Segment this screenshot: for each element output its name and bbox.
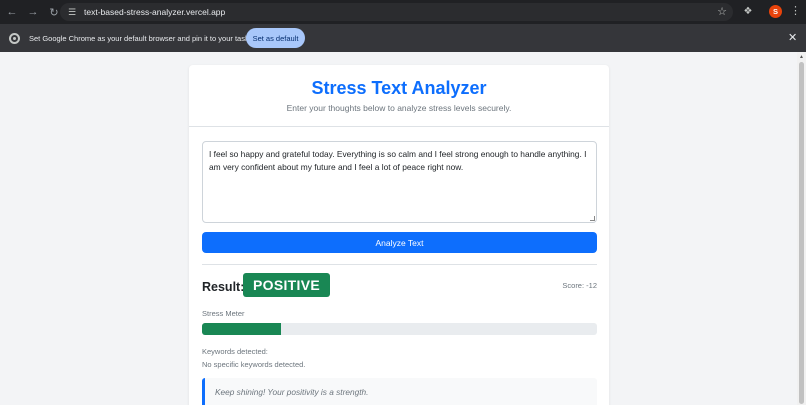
stress-meter bbox=[202, 323, 597, 335]
keywords-value: No specific keywords detected. bbox=[202, 360, 306, 369]
close-icon[interactable]: ✕ bbox=[788, 31, 797, 44]
analyzer-card: Stress Text Analyzer Enter your thoughts… bbox=[189, 65, 609, 405]
arrow-right-icon[interactable]: → bbox=[24, 3, 42, 21]
feedback-message: Keep shining! Your positivity is a stren… bbox=[202, 378, 597, 405]
page-title: Stress Text Analyzer bbox=[311, 78, 487, 98]
feedback-text: Keep shining! Your positivity is a stren… bbox=[215, 387, 369, 397]
url-text[interactable]: text-based-stress-analyzer.vercel.app bbox=[84, 7, 225, 17]
scroll-thumb[interactable] bbox=[799, 62, 804, 404]
resize-handle-icon[interactable] bbox=[590, 216, 595, 221]
result-badge: POSITIVE bbox=[243, 273, 330, 297]
chrome-icon bbox=[9, 32, 20, 44]
stress-meter-fill bbox=[202, 323, 281, 335]
page-subtitle: Enter your thoughts below to analyze str… bbox=[286, 103, 512, 113]
infobar-text: Set Google Chrome as your default browse… bbox=[29, 33, 260, 43]
avatar[interactable]: S bbox=[769, 5, 782, 18]
tune-icon[interactable]: ☰ bbox=[66, 6, 78, 18]
default-browser-infobar: Set Google Chrome as your default browse… bbox=[0, 24, 806, 52]
page-scrollbar[interactable]: ▲ bbox=[797, 52, 806, 405]
keywords-label: Keywords detected: bbox=[202, 347, 268, 356]
scroll-up-icon[interactable]: ▲ bbox=[799, 54, 804, 60]
stress-meter-label: Stress Meter bbox=[202, 309, 245, 318]
puzzle-icon[interactable]: ❖ bbox=[742, 5, 754, 17]
browser-toolbar: ← → ↻ ☰ text-based-stress-analyzer.verce… bbox=[0, 0, 806, 24]
card-header: Stress Text Analyzer Enter your thoughts… bbox=[189, 65, 609, 127]
analyze-button[interactable]: Analyze Text bbox=[202, 232, 597, 253]
set-default-button[interactable]: Set as default bbox=[246, 28, 305, 48]
star-icon[interactable]: ☆ bbox=[717, 5, 727, 18]
result-label: Result: bbox=[202, 280, 245, 294]
address-bar[interactable]: ☰ text-based-stress-analyzer.vercel.app … bbox=[60, 3, 733, 21]
arrow-left-icon[interactable]: ← bbox=[3, 3, 21, 21]
thoughts-input[interactable]: I feel so happy and grateful today. Ever… bbox=[202, 141, 597, 223]
divider bbox=[202, 264, 597, 265]
score-text: Score: -12 bbox=[562, 281, 597, 290]
more-vert-icon[interactable]: ⋮ bbox=[790, 4, 801, 17]
